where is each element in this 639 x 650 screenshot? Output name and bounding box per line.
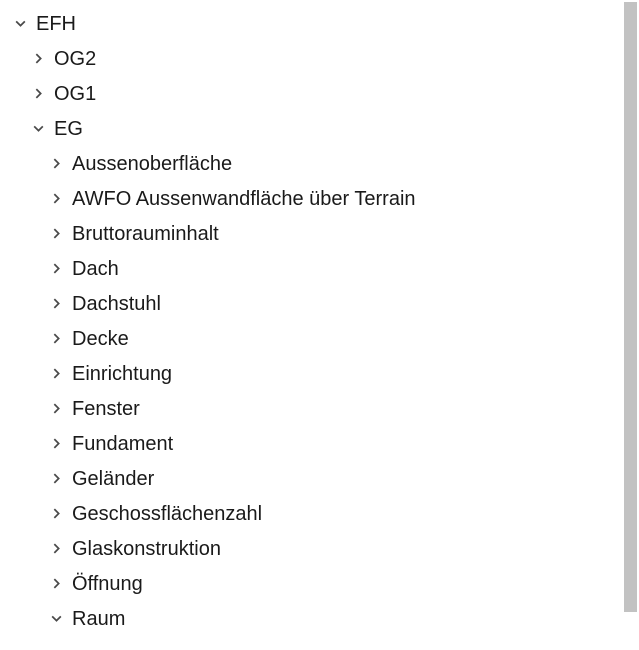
chevron-right-icon xyxy=(46,189,66,209)
chevron-right-icon xyxy=(46,504,66,524)
tree-item-aussenoberflaeche[interactable]: Aussenoberfläche xyxy=(0,146,639,181)
chevron-right-icon xyxy=(28,84,48,104)
tree-view: EFH OG2 OG1 EG Aussenoberfläche AWFO Aus… xyxy=(0,0,639,650)
vertical-scrollbar[interactable] xyxy=(622,0,639,650)
chevron-down-icon xyxy=(10,14,30,34)
chevron-right-icon xyxy=(46,434,66,454)
tree-item-og2[interactable]: OG2 xyxy=(0,41,639,76)
tree-item-label: Glaskonstruktion xyxy=(72,538,221,559)
tree-item-awfo[interactable]: AWFO Aussenwandfläche über Terrain xyxy=(0,181,639,216)
chevron-right-icon xyxy=(46,329,66,349)
chevron-right-icon xyxy=(46,224,66,244)
chevron-down-icon xyxy=(46,609,66,629)
tree-item-label: Einrichtung xyxy=(72,363,172,384)
chevron-right-icon xyxy=(46,154,66,174)
tree-item-label: Raum xyxy=(72,608,125,629)
chevron-right-icon xyxy=(46,469,66,489)
scrollbar-thumb[interactable] xyxy=(624,2,637,612)
chevron-right-icon xyxy=(46,364,66,384)
tree-item-glaskonstruktion[interactable]: Glaskonstruktion xyxy=(0,531,639,566)
tree-item-label: EG xyxy=(54,118,83,139)
tree-item-raum[interactable]: Raum xyxy=(0,601,639,636)
tree-item-fenster[interactable]: Fenster xyxy=(0,391,639,426)
tree-item-og1[interactable]: OG1 xyxy=(0,76,639,111)
tree-item-efh[interactable]: EFH xyxy=(0,6,639,41)
tree-item-dach[interactable]: Dach xyxy=(0,251,639,286)
chevron-right-icon xyxy=(46,399,66,419)
tree-item-label: Fenster xyxy=(72,398,140,419)
tree-item-dachstuhl[interactable]: Dachstuhl xyxy=(0,286,639,321)
chevron-right-icon xyxy=(28,49,48,69)
tree-item-label: EFH xyxy=(36,13,76,34)
tree-item-label: OG1 xyxy=(54,83,96,104)
tree-item-einrichtung[interactable]: Einrichtung xyxy=(0,356,639,391)
tree-item-label: AWFO Aussenwandfläche über Terrain xyxy=(72,188,416,209)
tree-item-bruttorauminhalt[interactable]: Bruttorauminhalt xyxy=(0,216,639,251)
tree-item-label: Öffnung xyxy=(72,573,143,594)
tree-item-eg[interactable]: EG xyxy=(0,111,639,146)
tree-item-label: Dach xyxy=(72,258,119,279)
tree-item-label: Dachstuhl xyxy=(72,293,161,314)
chevron-right-icon xyxy=(46,259,66,279)
tree-item-label: Fundament xyxy=(72,433,173,454)
tree-item-fundament[interactable]: Fundament xyxy=(0,426,639,461)
tree-item-label: Bruttorauminhalt xyxy=(72,223,219,244)
tree-item-oeffnung[interactable]: Öffnung xyxy=(0,566,639,601)
chevron-right-icon xyxy=(46,539,66,559)
tree-item-geschossflaechenzahl[interactable]: Geschossflächenzahl xyxy=(0,496,639,531)
chevron-down-icon xyxy=(28,119,48,139)
tree-item-decke[interactable]: Decke xyxy=(0,321,639,356)
tree-item-label: Geschossflächenzahl xyxy=(72,503,262,524)
chevron-right-icon xyxy=(46,294,66,314)
tree-item-label: Aussenoberfläche xyxy=(72,153,232,174)
tree-item-gelaender[interactable]: Geländer xyxy=(0,461,639,496)
tree-item-label: Decke xyxy=(72,328,129,349)
tree-item-label: Geländer xyxy=(72,468,154,489)
chevron-right-icon xyxy=(46,574,66,594)
tree-item-label: OG2 xyxy=(54,48,96,69)
